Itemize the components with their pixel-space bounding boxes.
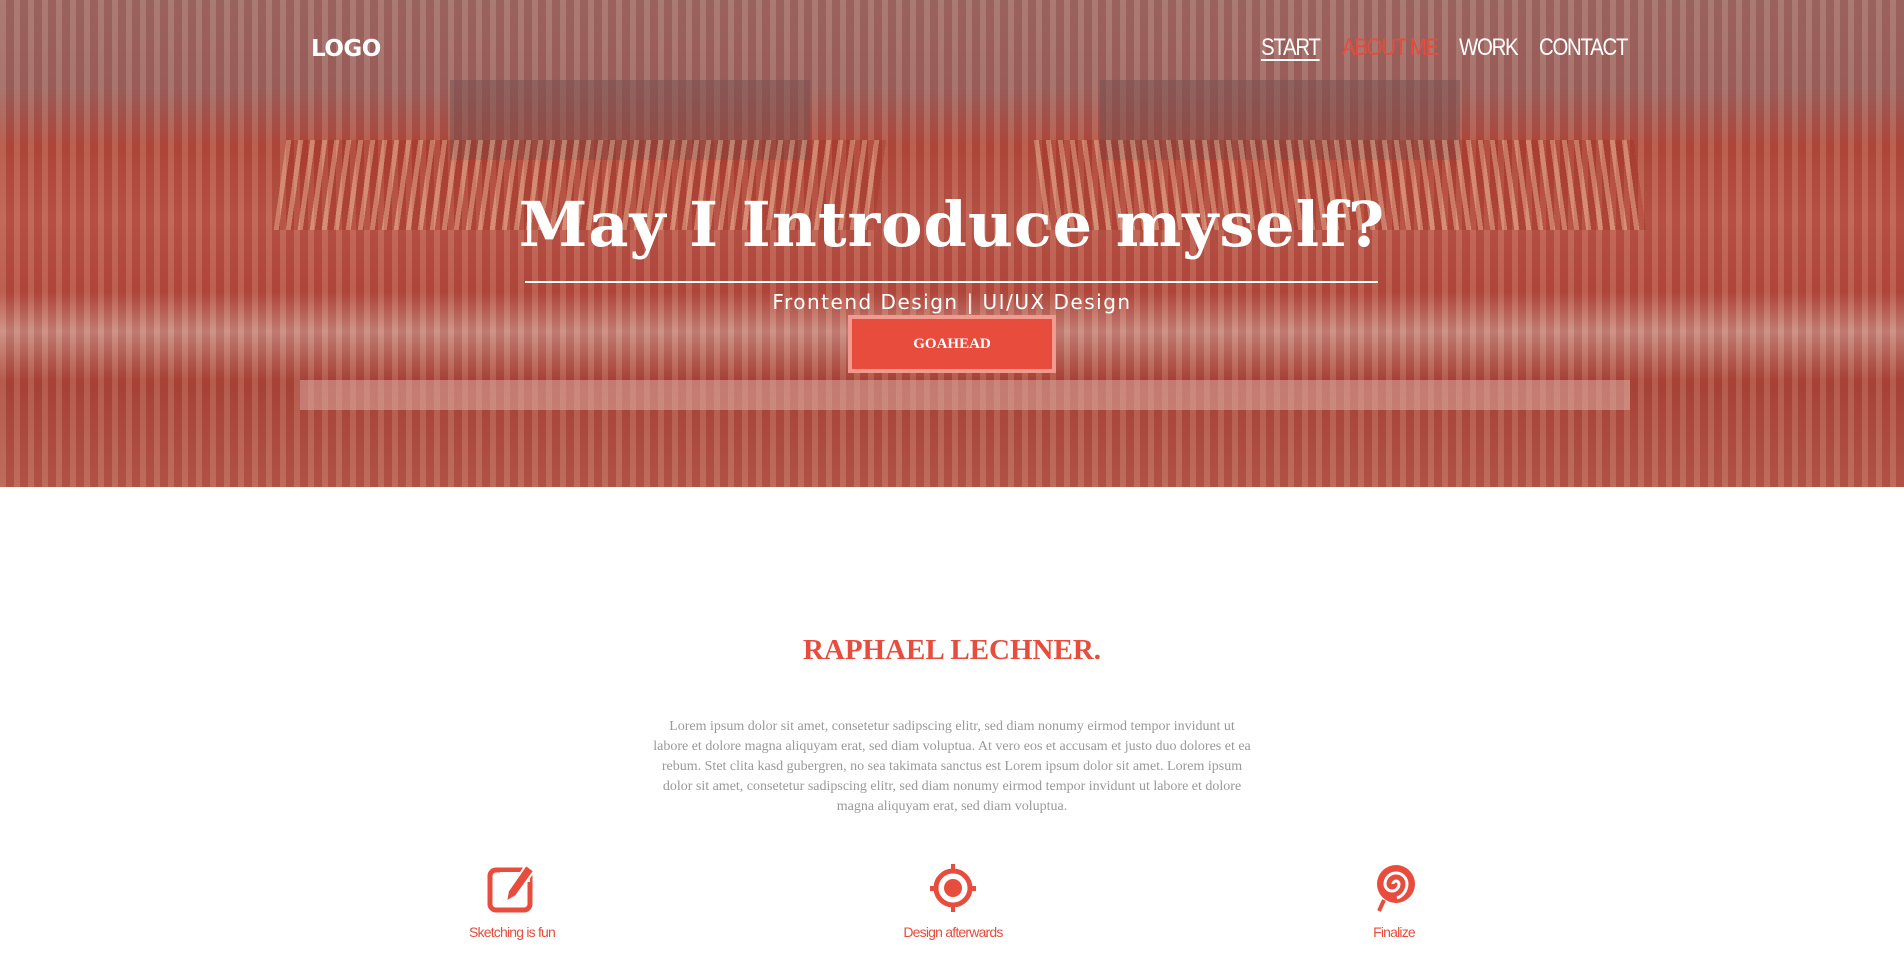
feature-label: Finalize	[1373, 924, 1416, 940]
main-nav: START ABOUT ME WORK CONTACT	[1261, 34, 1643, 62]
hero-section: LOGO START ABOUT ME WORK CONTACT May I I…	[0, 0, 1904, 487]
nav-about-me[interactable]: ABOUT ME	[1342, 34, 1441, 62]
nav-work[interactable]: WORK	[1459, 34, 1527, 62]
hero-subtitle: Frontend Design | UI/UX Design	[772, 290, 1132, 314]
lollipop-icon	[1377, 865, 1415, 912]
hero-bg-balcony	[300, 380, 1630, 410]
logo[interactable]: LOGO	[311, 36, 381, 62]
goahead-button[interactable]: GOAHEAD	[848, 315, 1056, 373]
feature-sketching: Sketching is fun	[392, 862, 632, 940]
feature-label: Design afterwards	[903, 924, 1003, 940]
edit-icon	[487, 863, 536, 913]
about-text: Lorem ipsum dolor sit amet, consetetur s…	[653, 719, 1251, 814]
hero-title: May I Introduce myself?	[518, 188, 1386, 261]
feature-label: Sketching is fun	[468, 924, 556, 940]
about-name: RAPHAEL LECHNER.	[802, 634, 1102, 666]
feature-finalize: Finalize	[1274, 862, 1514, 940]
feature-design: Design afterwards	[833, 862, 1073, 940]
nav-start[interactable]: START	[1261, 34, 1330, 62]
nav-contact[interactable]: CONTACT	[1539, 34, 1628, 62]
target-icon	[930, 864, 976, 912]
hero-divider	[525, 281, 1378, 283]
